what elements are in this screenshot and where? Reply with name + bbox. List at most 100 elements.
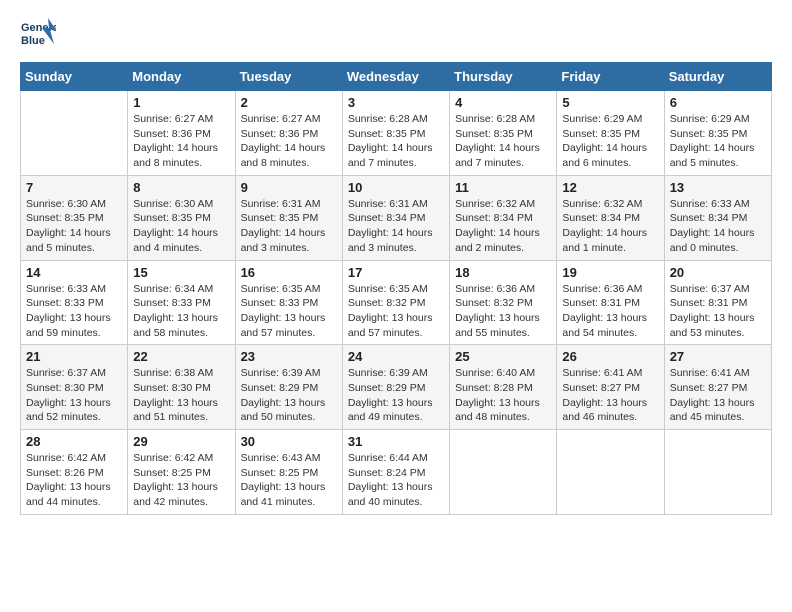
day-number: 16	[241, 265, 337, 280]
day-info: Sunrise: 6:41 AM Sunset: 8:27 PM Dayligh…	[562, 366, 658, 425]
calendar-cell: 14Sunrise: 6:33 AM Sunset: 8:33 PM Dayli…	[21, 260, 128, 345]
day-number: 2	[241, 95, 337, 110]
day-info: Sunrise: 6:27 AM Sunset: 8:36 PM Dayligh…	[241, 112, 337, 171]
day-info: Sunrise: 6:35 AM Sunset: 8:33 PM Dayligh…	[241, 282, 337, 341]
calendar-cell: 21Sunrise: 6:37 AM Sunset: 8:30 PM Dayli…	[21, 345, 128, 430]
calendar-cell: 11 Sunrise: 6:32 AM Sunset: 8:34 PM Dayli…	[450, 175, 557, 260]
day-number: 25	[455, 349, 551, 364]
day-info: Sunrise: 6:44 AM Sunset: 8:24 PM Dayligh…	[348, 451, 444, 510]
calendar-header-row: SundayMondayTuesdayWednesdayThursdayFrid…	[21, 63, 772, 91]
day-info: Sunrise: 6:35 AM Sunset: 8:32 PM Dayligh…	[348, 282, 444, 341]
day-number: 30	[241, 434, 337, 449]
weekday-header-wednesday: Wednesday	[342, 63, 449, 91]
calendar-cell: 20 Sunrise: 6:37 AM Sunset: 8:31 PM Dayli…	[664, 260, 771, 345]
weekday-header-friday: Friday	[557, 63, 664, 91]
calendar-cell: 17 Sunrise: 6:35 AM Sunset: 8:32 PM Dayli…	[342, 260, 449, 345]
day-info: Sunrise: 6:39 AM Sunset: 8:29 PM Dayligh…	[348, 366, 444, 425]
calendar-cell: 22 Sunrise: 6:38 AM Sunset: 8:30 PM Dayli…	[128, 345, 235, 430]
day-number: 22	[133, 349, 229, 364]
calendar-cell: 31 Sunrise: 6:44 AM Sunset: 8:24 PM Dayli…	[342, 430, 449, 515]
calendar-cell	[664, 430, 771, 515]
day-number: 6	[670, 95, 766, 110]
calendar-cell: 5 Sunrise: 6:29 AM Sunset: 8:35 PM Daylig…	[557, 91, 664, 176]
day-number: 15	[133, 265, 229, 280]
day-number: 18	[455, 265, 551, 280]
day-number: 3	[348, 95, 444, 110]
day-info: Sunrise: 6:27 AM Sunset: 8:36 PM Dayligh…	[133, 112, 229, 171]
calendar-cell: 29 Sunrise: 6:42 AM Sunset: 8:25 PM Dayli…	[128, 430, 235, 515]
day-number: 27	[670, 349, 766, 364]
calendar-cell	[557, 430, 664, 515]
calendar-cell: 7Sunrise: 6:30 AM Sunset: 8:35 PM Daylig…	[21, 175, 128, 260]
calendar-cell: 13Sunrise: 6:33 AM Sunset: 8:34 PM Dayli…	[664, 175, 771, 260]
calendar-cell	[450, 430, 557, 515]
day-info: Sunrise: 6:32 AM Sunset: 8:34 PM Dayligh…	[455, 197, 551, 256]
calendar-cell: 16 Sunrise: 6:35 AM Sunset: 8:33 PM Dayli…	[235, 260, 342, 345]
calendar-cell: 15 Sunrise: 6:34 AM Sunset: 8:33 PM Dayli…	[128, 260, 235, 345]
calendar-cell: 27 Sunrise: 6:41 AM Sunset: 8:27 PM Dayli…	[664, 345, 771, 430]
calendar-cell: 30 Sunrise: 6:43 AM Sunset: 8:25 PM Dayli…	[235, 430, 342, 515]
day-info: Sunrise: 6:32 AM Sunset: 8:34 PM Dayligh…	[562, 197, 658, 256]
day-info: Sunrise: 6:36 AM Sunset: 8:32 PM Dayligh…	[455, 282, 551, 341]
day-number: 19	[562, 265, 658, 280]
day-info: Sunrise: 6:30 AM Sunset: 8:35 PM Dayligh…	[133, 197, 229, 256]
calendar-week-row: 14Sunrise: 6:33 AM Sunset: 8:33 PM Dayli…	[21, 260, 772, 345]
weekday-header-thursday: Thursday	[450, 63, 557, 91]
day-info: Sunrise: 6:34 AM Sunset: 8:33 PM Dayligh…	[133, 282, 229, 341]
day-info: Sunrise: 6:38 AM Sunset: 8:30 PM Dayligh…	[133, 366, 229, 425]
day-number: 21	[26, 349, 122, 364]
day-info: Sunrise: 6:29 AM Sunset: 8:35 PM Dayligh…	[670, 112, 766, 171]
calendar-cell: 1Sunrise: 6:27 AM Sunset: 8:36 PM Daylig…	[128, 91, 235, 176]
day-info: Sunrise: 6:28 AM Sunset: 8:35 PM Dayligh…	[455, 112, 551, 171]
day-info: Sunrise: 6:42 AM Sunset: 8:25 PM Dayligh…	[133, 451, 229, 510]
day-number: 9	[241, 180, 337, 195]
day-number: 17	[348, 265, 444, 280]
day-info: Sunrise: 6:42 AM Sunset: 8:26 PM Dayligh…	[26, 451, 122, 510]
day-info: Sunrise: 6:37 AM Sunset: 8:31 PM Dayligh…	[670, 282, 766, 341]
day-info: Sunrise: 6:28 AM Sunset: 8:35 PM Dayligh…	[348, 112, 444, 171]
calendar-cell: 23Sunrise: 6:39 AM Sunset: 8:29 PM Dayli…	[235, 345, 342, 430]
day-number: 20	[670, 265, 766, 280]
logo: General Blue	[20, 16, 56, 52]
svg-text:Blue: Blue	[21, 35, 45, 47]
day-number: 14	[26, 265, 122, 280]
day-number: 23	[241, 349, 337, 364]
day-info: Sunrise: 6:43 AM Sunset: 8:25 PM Dayligh…	[241, 451, 337, 510]
calendar-cell: 25 Sunrise: 6:40 AM Sunset: 8:28 PM Dayli…	[450, 345, 557, 430]
calendar-week-row: 7Sunrise: 6:30 AM Sunset: 8:35 PM Daylig…	[21, 175, 772, 260]
day-number: 29	[133, 434, 229, 449]
weekday-header-tuesday: Tuesday	[235, 63, 342, 91]
day-number: 12	[562, 180, 658, 195]
day-number: 11	[455, 180, 551, 195]
page-header: General Blue	[20, 16, 772, 52]
calendar-cell: 26 Sunrise: 6:41 AM Sunset: 8:27 PM Dayli…	[557, 345, 664, 430]
day-info: Sunrise: 6:29 AM Sunset: 8:35 PM Dayligh…	[562, 112, 658, 171]
day-number: 31	[348, 434, 444, 449]
calendar-cell: 4 Sunrise: 6:28 AM Sunset: 8:35 PM Daylig…	[450, 91, 557, 176]
day-info: Sunrise: 6:31 AM Sunset: 8:34 PM Dayligh…	[348, 197, 444, 256]
calendar-cell: 12 Sunrise: 6:32 AM Sunset: 8:34 PM Dayli…	[557, 175, 664, 260]
day-number: 10	[348, 180, 444, 195]
calendar-cell: 28Sunrise: 6:42 AM Sunset: 8:26 PM Dayli…	[21, 430, 128, 515]
calendar-cell: 9Sunrise: 6:31 AM Sunset: 8:35 PM Daylig…	[235, 175, 342, 260]
day-info: Sunrise: 6:40 AM Sunset: 8:28 PM Dayligh…	[455, 366, 551, 425]
day-info: Sunrise: 6:41 AM Sunset: 8:27 PM Dayligh…	[670, 366, 766, 425]
day-number: 4	[455, 95, 551, 110]
day-number: 5	[562, 95, 658, 110]
calendar-table: SundayMondayTuesdayWednesdayThursdayFrid…	[20, 62, 772, 515]
calendar-week-row: 21Sunrise: 6:37 AM Sunset: 8:30 PM Dayli…	[21, 345, 772, 430]
day-number: 26	[562, 349, 658, 364]
day-number: 13	[670, 180, 766, 195]
calendar-cell: 24Sunrise: 6:39 AM Sunset: 8:29 PM Dayli…	[342, 345, 449, 430]
day-info: Sunrise: 6:36 AM Sunset: 8:31 PM Dayligh…	[562, 282, 658, 341]
calendar-cell: 10 Sunrise: 6:31 AM Sunset: 8:34 PM Dayli…	[342, 175, 449, 260]
day-info: Sunrise: 6:30 AM Sunset: 8:35 PM Dayligh…	[26, 197, 122, 256]
calendar-cell: 8 Sunrise: 6:30 AM Sunset: 8:35 PM Daylig…	[128, 175, 235, 260]
calendar-week-row: 28Sunrise: 6:42 AM Sunset: 8:26 PM Dayli…	[21, 430, 772, 515]
weekday-header-monday: Monday	[128, 63, 235, 91]
weekday-header-saturday: Saturday	[664, 63, 771, 91]
calendar-cell: 3 Sunrise: 6:28 AM Sunset: 8:35 PM Daylig…	[342, 91, 449, 176]
calendar-cell: 6 Sunrise: 6:29 AM Sunset: 8:35 PM Daylig…	[664, 91, 771, 176]
calendar-cell	[21, 91, 128, 176]
day-number: 8	[133, 180, 229, 195]
